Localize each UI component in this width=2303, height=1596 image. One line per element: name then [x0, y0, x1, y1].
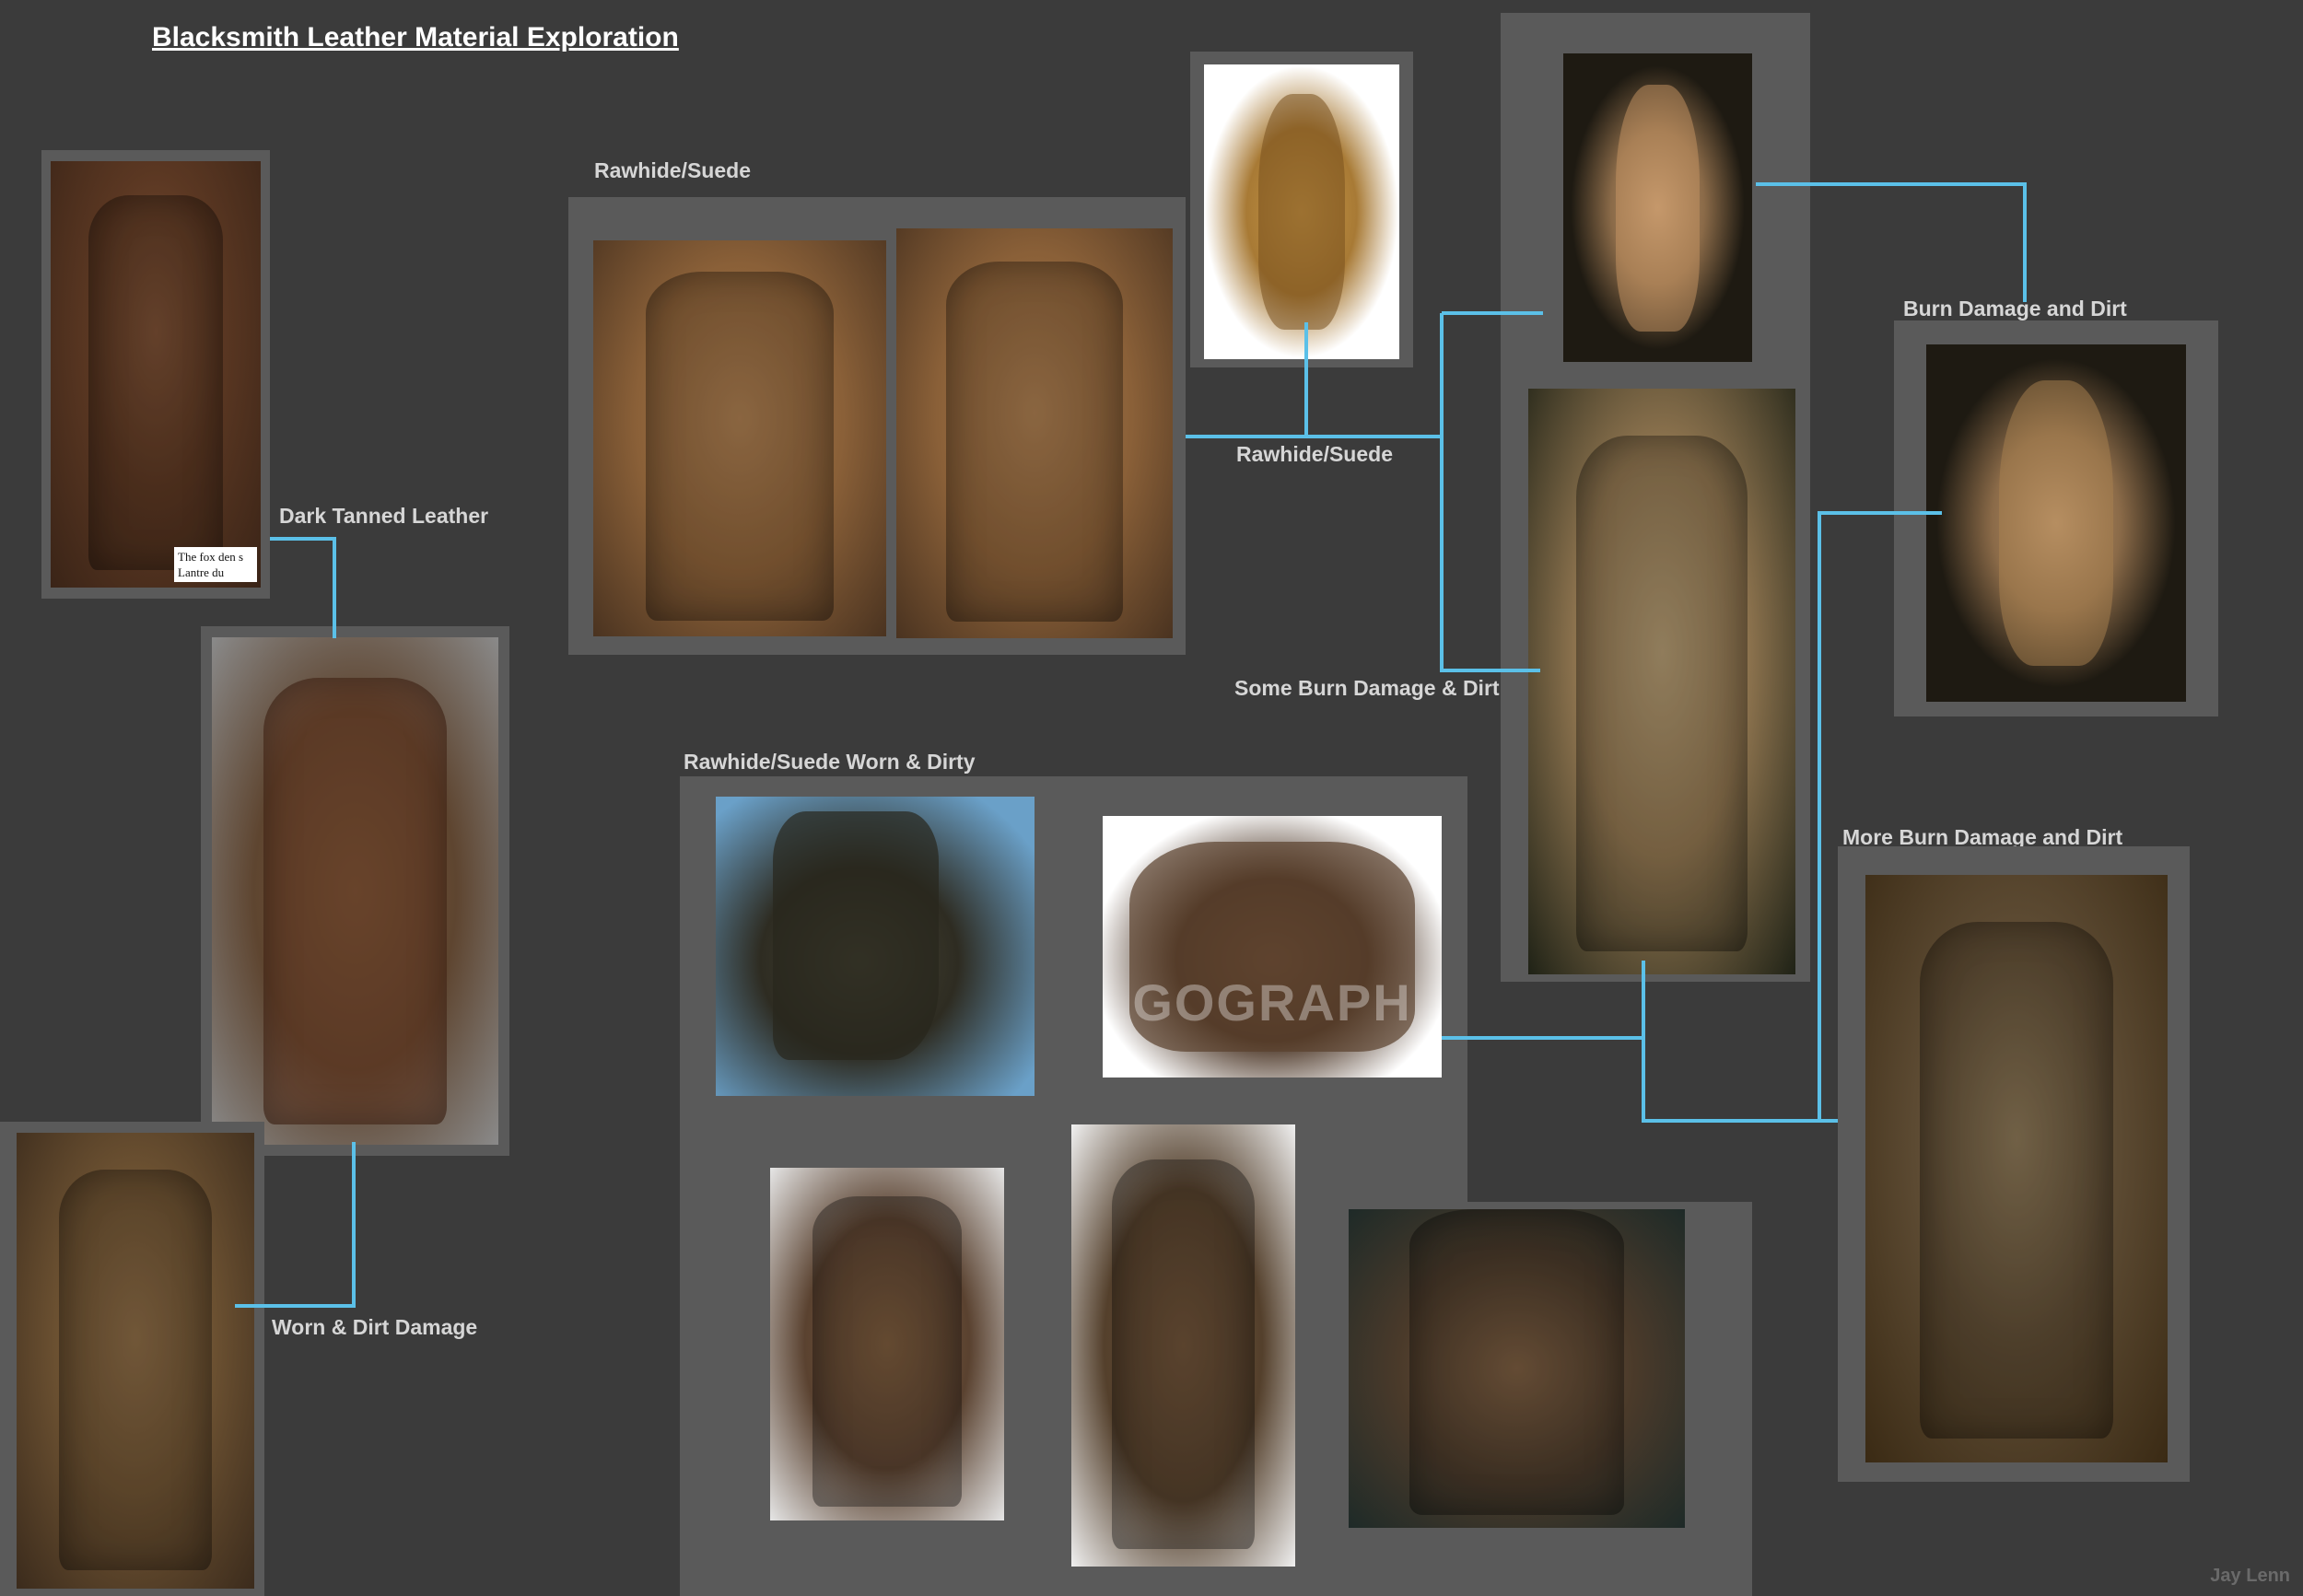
worn-apron-photo-1[interactable] [770, 1168, 1004, 1520]
render-dark-panel [201, 626, 509, 1156]
worn-dirt-apron-photo[interactable] [17, 1133, 254, 1589]
glove-silhouette [1258, 94, 1345, 330]
glove-photo-panel [1190, 52, 1413, 367]
yellow-glove-photo[interactable] [1204, 64, 1399, 359]
apron-silhouette [1111, 1159, 1256, 1549]
apron-silhouette [646, 272, 834, 621]
gograph-watermark: GOGRAPH [1132, 973, 1412, 1032]
some-burn-panel [1501, 13, 1810, 982]
apron-silhouette [1920, 922, 2113, 1439]
label-some-burn-damage: Some Burn Damage & Dirt [1234, 676, 1500, 700]
rawhide-apron-photo-2[interactable] [896, 228, 1173, 638]
apron-silhouette [59, 1169, 212, 1571]
dark-tanned-panel: The fox den s Lantre du [41, 150, 270, 599]
rawhide-panel [568, 197, 1186, 655]
worn-apron-photo-2[interactable] [1071, 1124, 1295, 1567]
label-dark-tanned-leather: Dark Tanned Leather [279, 504, 489, 528]
dark-tanned-apron-photo[interactable]: The fox den s Lantre du [51, 161, 261, 588]
worn-boot-photo[interactable] [716, 797, 1035, 1096]
connector-more-burn [1642, 961, 1838, 1123]
boot-silhouette [773, 811, 940, 1060]
worn-boots-pair-photo[interactable]: GOGRAPH [1103, 816, 1442, 1078]
worn-apron-hands-photo[interactable] [1349, 1209, 1685, 1528]
apron-silhouette [812, 1195, 963, 1507]
book-caption: The fox den s Lantre du [174, 547, 257, 582]
label-burn-damage-and-dirt: Burn Damage and Dirt [1903, 297, 2127, 320]
render-glove-photo[interactable] [1563, 53, 1752, 362]
label-rawhide-worn-dirty: Rawhide/Suede Worn & Dirty [684, 750, 976, 774]
render-dark-apron-photo[interactable] [212, 637, 498, 1145]
burn-glove-photo[interactable] [1926, 344, 2186, 702]
glove-silhouette [1998, 379, 2114, 667]
apron-silhouette [88, 195, 223, 571]
label-rawhide-suede-mid: Rawhide/Suede [1236, 442, 1393, 466]
worn-dirt-panel [0, 1122, 264, 1596]
label-worn-dirt-damage: Worn & Dirt Damage [272, 1315, 478, 1339]
rawhide-apron-photo-1[interactable] [593, 240, 886, 636]
apron-silhouette [1409, 1209, 1625, 1516]
more-burn-apron-photo[interactable] [1865, 875, 2168, 1462]
panel-notch [1467, 776, 1501, 1202]
burn-glove-panel [1894, 320, 2218, 716]
glove-silhouette [1616, 84, 1700, 332]
author-credit: Jay Lenn [2210, 1566, 2290, 1586]
apron-silhouette [263, 678, 448, 1124]
render-some-burn-apron-photo[interactable] [1528, 389, 1795, 974]
more-burn-panel [1838, 846, 2190, 1482]
apron-silhouette [1576, 435, 1748, 951]
apron-silhouette [946, 261, 1123, 623]
page-title: Blacksmith Leather Material Exploration [152, 22, 679, 52]
connector-dark-tanned [270, 537, 336, 638]
label-rawhide-suede-top: Rawhide/Suede [594, 158, 751, 182]
